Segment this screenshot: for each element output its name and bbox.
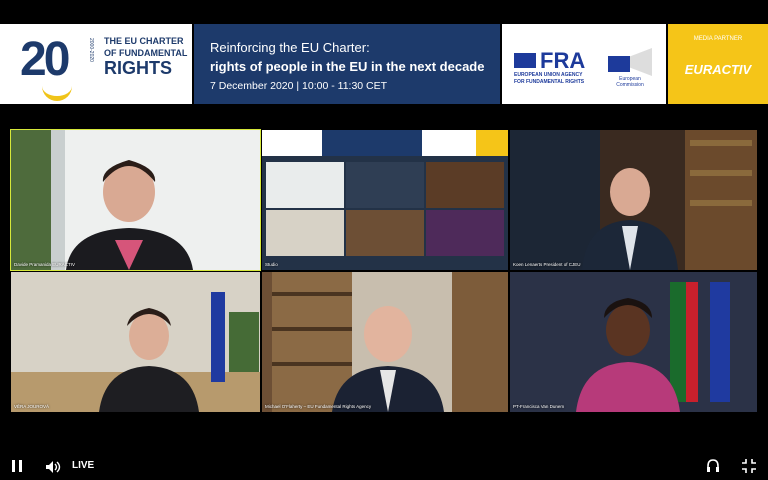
media-partner-label: MEDIA PARTNER	[693, 36, 743, 42]
event-title-line2: rights of people in the EU in the next d…	[210, 59, 485, 74]
ec-logo-icon	[630, 48, 652, 76]
audio-description-button[interactable]	[706, 459, 720, 473]
logo-number: 20	[20, 33, 70, 86]
player-control-bar: LIVE	[0, 452, 768, 480]
volume-button[interactable]	[46, 460, 62, 473]
ec-label: European Commission	[616, 76, 644, 88]
fra-subtitle-2: FOR FUNDAMENTAL RIGHTS	[514, 79, 585, 85]
tile-caption: VĚRA JOUROVÁ	[14, 404, 50, 409]
charter-logo: 20 2000-2020 THE EU CHARTER OF FUNDAMENT…	[0, 24, 192, 104]
video-tile-studio: Studio	[262, 130, 508, 270]
tile-caption: Davide Pramanida EURACTIV	[14, 262, 76, 267]
tile-caption: PT-Francisca Van Dunem	[513, 404, 565, 409]
pt-minister-video	[510, 272, 757, 412]
partner-logos: FRA EUROPEAN UNION AGENCY FOR FUNDAMENTA…	[502, 24, 666, 104]
logo-line1: THE EU CHARTER	[104, 36, 184, 46]
event-title-line1: Reinforcing the EU Charter:	[210, 40, 370, 55]
fra-subtitle-1: EUROPEAN UNION AGENCY	[514, 72, 583, 78]
video-player[interactable]: 20 2000-2020 THE EU CHARTER OF FUNDAMENT…	[0, 0, 768, 480]
headphones-icon	[707, 459, 719, 472]
fra-director-video	[262, 272, 508, 412]
event-title-block: Reinforcing the EU Charter: rights of pe…	[194, 24, 500, 104]
logo-swoosh	[42, 86, 72, 101]
live-indicator: LIVE	[72, 460, 95, 471]
moderator-video	[11, 130, 260, 270]
video-tile-cjeu: Koen Lenaerts President of CJEU	[510, 130, 757, 270]
video-tile-commissioner: VĚRA JOUROVÁ	[11, 272, 260, 412]
fullscreen-exit-icon	[742, 459, 756, 473]
logo-years: 2000-2020	[88, 38, 94, 62]
volume-icon	[46, 461, 61, 473]
eu-flag-icon	[514, 53, 536, 68]
video-tile-pt-minister: PT-Francisca Van Dunem	[510, 272, 757, 412]
fra-logo-text: FRA	[540, 48, 586, 73]
commissioner-video	[11, 272, 260, 412]
tile-caption: Studio	[265, 262, 278, 267]
event-date-time: 7 December 2020 | 10:00 - 11:30 CET	[210, 80, 388, 92]
tile-caption: Michael O'Flaherty – EU Fundamental Righ…	[265, 404, 372, 409]
studio-video	[262, 130, 508, 270]
video-tile-fra-director: Michael O'Flaherty – EU Fundamental Righ…	[262, 272, 508, 412]
logo-line2: OF FUNDAMENTAL	[104, 48, 188, 58]
fullscreen-button[interactable]	[742, 459, 756, 473]
media-partner-brand: EURACTIV	[684, 62, 752, 77]
video-tile-moderator: Davide Pramanida EURACTIV	[10, 129, 261, 271]
tile-caption: Koen Lenaerts President of CJEU	[513, 262, 581, 267]
pause-button[interactable]	[12, 460, 23, 472]
event-banner: 20 2000-2020 THE EU CHARTER OF FUNDAMENT…	[0, 24, 768, 104]
cjeu-video	[510, 130, 757, 270]
media-partner-block: MEDIA PARTNER EURACTIV	[668, 24, 768, 104]
logo-line3: RIGHTS	[104, 58, 173, 78]
ec-flag-icon	[608, 56, 630, 72]
